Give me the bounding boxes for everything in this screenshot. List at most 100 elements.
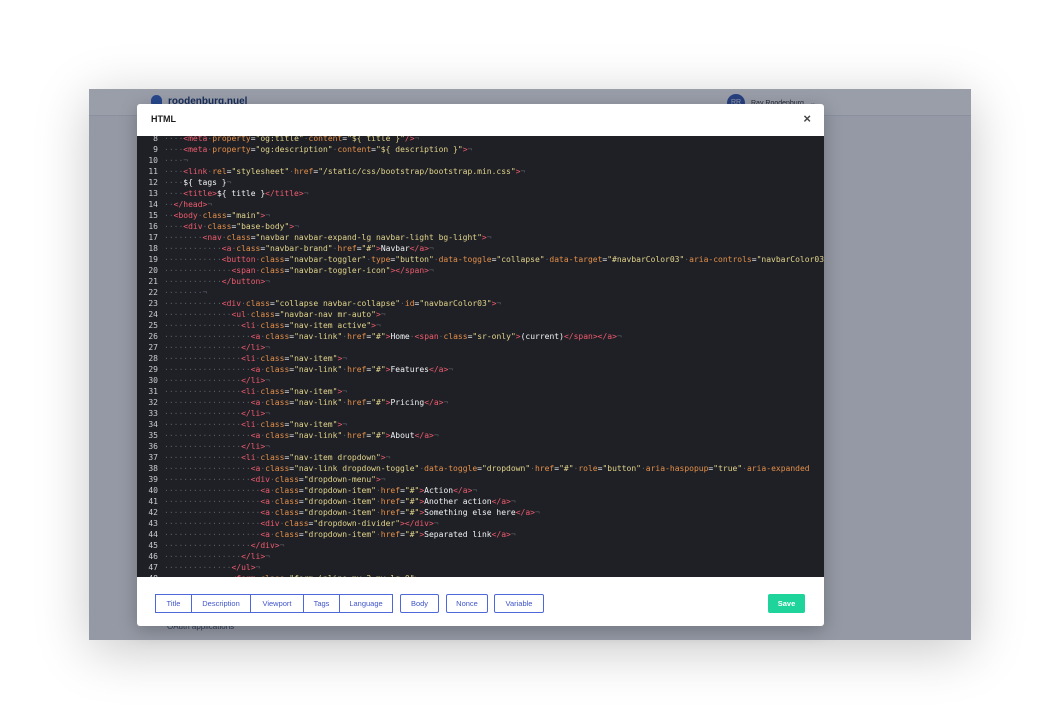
whitespace-marker: ·················· bbox=[164, 475, 251, 484]
whitespace-marker: ········¬ bbox=[164, 288, 208, 297]
string-token: "navbarColor03" bbox=[756, 255, 824, 264]
attribute-token: class bbox=[265, 332, 290, 341]
attribute-token: class bbox=[260, 321, 285, 330]
code-line[interactable]: 18 ············<a·class="navbar-brand"·hr… bbox=[137, 243, 433, 254]
code-line[interactable]: 16 ····<div·class="base-body">¬ bbox=[137, 221, 299, 232]
text-token: ${ tags } bbox=[183, 178, 227, 187]
code-line[interactable]: 39 ··················<div·class="dropdown… bbox=[137, 474, 385, 485]
code-line[interactable]: 30 ················</li>¬ bbox=[137, 375, 270, 386]
tag-token: <li bbox=[241, 420, 256, 429]
tag-token: </li> bbox=[241, 376, 266, 385]
insert-language-button[interactable]: Language bbox=[339, 594, 393, 613]
code-line[interactable]: 31 ················<li·class="nav-item">¬ bbox=[137, 386, 347, 397]
line-number: 43 bbox=[148, 519, 158, 528]
code-line[interactable]: 13 ····<title>${ title }</title>¬ bbox=[137, 188, 308, 199]
code-line[interactable]: 46 ················</li>¬ bbox=[137, 551, 270, 562]
code-line[interactable]: 34 ················<li·class="nav-item">¬ bbox=[137, 419, 347, 430]
code-line[interactable]: 24 ··············<ul·class="navbar-nav mr… bbox=[137, 309, 385, 320]
code-line[interactable]: 20 ··············<span·class="navbar-togg… bbox=[137, 265, 433, 276]
tag-token: <li bbox=[241, 321, 256, 330]
close-icon[interactable]: × bbox=[803, 112, 811, 125]
tag-token: <button bbox=[221, 255, 256, 264]
code-line[interactable]: 12 ····${ tags }¬ bbox=[137, 177, 231, 188]
whitespace-marker: ·············· bbox=[164, 310, 232, 319]
code-line[interactable]: 32 ··················<a·class="nav-link"·… bbox=[137, 397, 448, 408]
line-number: 10 bbox=[148, 156, 158, 165]
line-number: 14 bbox=[148, 200, 158, 209]
attribute-token: href bbox=[294, 167, 314, 176]
tag-token: </a> bbox=[429, 365, 449, 374]
code-line[interactable]: 25 ················<li·class="nav-item ac… bbox=[137, 320, 381, 331]
code-text: ················</li>¬ bbox=[158, 552, 270, 561]
insert-description-button[interactable]: Description bbox=[191, 594, 251, 613]
attribute-token: class bbox=[274, 530, 299, 539]
code-line[interactable]: 17 ········<nav·class="navbar navbar-expa… bbox=[137, 232, 491, 243]
tag-token: <a bbox=[260, 486, 270, 495]
whitespace-marker: ¬ bbox=[265, 442, 270, 451]
line-number: 21 bbox=[148, 277, 158, 286]
insert-viewport-button[interactable]: Viewport bbox=[250, 594, 304, 613]
code-line[interactable]: 45 ··················</div>¬ bbox=[137, 540, 284, 551]
code-line[interactable]: 19 ············<button·class="navbar-togg… bbox=[137, 254, 824, 265]
tag-token: <nav bbox=[202, 233, 222, 242]
line-number: 19 bbox=[148, 255, 158, 264]
code-line[interactable]: 8 ····<meta·property="og:title"·content="… bbox=[137, 136, 419, 144]
code-line[interactable]: 29 ··················<a·class="nav-link"·… bbox=[137, 364, 453, 375]
tag-token: </a> bbox=[491, 497, 511, 506]
code-line[interactable]: 11 ····<link·rel="stylesheet"·href="/stat… bbox=[137, 166, 525, 177]
whitespace-marker: ················ bbox=[164, 420, 242, 429]
line-number: 20 bbox=[148, 266, 158, 275]
tag-token: <title> bbox=[183, 189, 217, 198]
string-token: "#" bbox=[371, 431, 386, 440]
whitespace-marker: ¬ bbox=[294, 222, 299, 231]
code-line[interactable]: 26 ··················<a·class="nav-link"·… bbox=[137, 331, 621, 342]
code-line[interactable]: 35 ··················<a·class="nav-link"·… bbox=[137, 430, 438, 441]
code-line[interactable]: 40 ····················<a·class="dropdown… bbox=[137, 485, 477, 496]
attribute-token: class bbox=[260, 420, 285, 429]
attribute-token: href bbox=[534, 464, 555, 473]
code-text: ····················<div·class="dropdown… bbox=[158, 519, 439, 528]
code-editor[interactable]: 8 ····<meta·property="og:title"·content="… bbox=[137, 136, 824, 577]
attribute-token: class bbox=[260, 255, 285, 264]
insert-title-button[interactable]: Title bbox=[155, 594, 192, 613]
code-line[interactable]: 33 ················</li>¬ bbox=[137, 408, 270, 419]
code-line[interactable]: 44 ····················<a·class="dropdown… bbox=[137, 529, 515, 540]
insert-variable-button[interactable]: Variable bbox=[494, 594, 544, 613]
save-button[interactable]: Save bbox=[768, 594, 805, 613]
code-line[interactable]: 37 ················<li·class="nav-item dr… bbox=[137, 452, 390, 463]
text-token: Features bbox=[390, 365, 429, 374]
string-token: "nav-item" bbox=[289, 387, 338, 396]
code-line[interactable]: 42 ····················<a·class="dropdown… bbox=[137, 507, 539, 518]
tag-token: ></div> bbox=[400, 519, 434, 528]
code-line[interactable]: 28 ················<li·class="nav-item">¬ bbox=[137, 353, 347, 364]
attribute-token: class bbox=[274, 475, 299, 484]
insert-nonce-button[interactable]: Nonce bbox=[446, 594, 488, 613]
code-line[interactable]: 38 ··················<a·class="nav-link d… bbox=[137, 463, 809, 474]
code-line[interactable]: 36 ················</li>¬ bbox=[137, 441, 270, 452]
code-line[interactable]: 22 ········¬ bbox=[137, 287, 207, 298]
attribute-token: class bbox=[265, 398, 290, 407]
attribute-token: aria-controls bbox=[689, 255, 752, 264]
attribute-token: data-target bbox=[549, 255, 603, 264]
code-line[interactable]: 10 ····¬ bbox=[137, 155, 188, 166]
code-line[interactable]: 23 ············<div·class="collapse navba… bbox=[137, 298, 501, 309]
code-line[interactable]: 41 ····················<a·class="dropdown… bbox=[137, 496, 515, 507]
code-line[interactable]: 15 ··<body·class="main">¬ bbox=[137, 210, 270, 221]
code-line[interactable]: 14 ··</head>¬ bbox=[137, 199, 212, 210]
attribute-token: property bbox=[212, 136, 251, 143]
tag-token: <span bbox=[414, 332, 439, 341]
code-line[interactable]: 9 ····<meta·property="og:description"·con… bbox=[137, 144, 472, 155]
whitespace-marker: ···· bbox=[164, 136, 184, 143]
whitespace-marker: ¬ bbox=[375, 321, 381, 330]
attribute-token: class bbox=[274, 497, 299, 506]
insert-body-button[interactable]: Body bbox=[400, 594, 439, 613]
tag-token: </div> bbox=[250, 541, 280, 550]
code-line[interactable]: 27 ················</li>¬ bbox=[137, 342, 270, 353]
attribute-token: id bbox=[404, 299, 415, 308]
code-line[interactable]: 43 ····················<div·class="dropdo… bbox=[137, 518, 439, 529]
whitespace-marker: ················ bbox=[164, 376, 242, 385]
insert-tags-button[interactable]: Tags bbox=[303, 594, 340, 613]
code-line[interactable]: 21 ············</button>¬ bbox=[137, 276, 270, 287]
whitespace-marker: ················ bbox=[164, 552, 242, 561]
code-line[interactable]: 47 ··············</ul>¬ bbox=[137, 562, 260, 573]
